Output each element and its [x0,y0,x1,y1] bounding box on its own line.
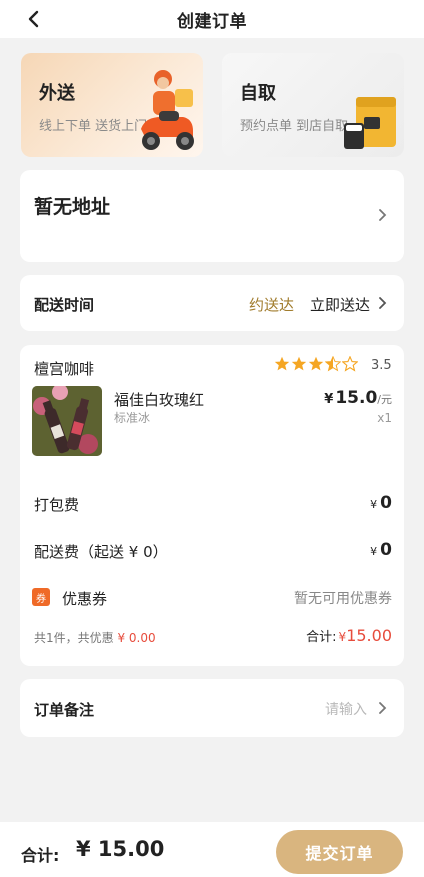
currency-symbol: ¥ [370,498,378,511]
price-unit: /元 [377,393,392,406]
address-card[interactable]: 暂无地址 [20,170,404,262]
bottom-bar: 合计: ¥ 15.00 提交订单 [0,822,424,877]
address-text: 暂无地址 [34,196,111,218]
product-price: ¥ 15.0 /元 [324,388,392,408]
chevron-right-icon[interactable] [376,701,390,715]
store-name: 檀宫咖啡 [34,360,95,378]
mode-pickup-name: 自取 [240,83,276,104]
top-bar: 创建订单 [0,0,424,38]
back-icon[interactable] [22,8,44,30]
order-subtotal: 合计: ¥ 15.00 [306,626,392,645]
product-image [32,386,102,456]
order-note-card[interactable]: 订单备注 请输入 [20,679,404,737]
packing-fee-label: 打包费 [34,496,80,514]
delivery-time-label: 配送时间 [34,296,95,314]
mode-delivery-name: 外送 [39,83,75,104]
mode-delivery-desc: 线上下单 送货上门 [39,119,148,134]
shipping-fee-value: ¥ 0 [370,540,392,560]
coupon-icon: 券 [32,588,50,606]
summary-text: 共1件，共优惠 [34,631,114,645]
order-note-input[interactable]: 请输入 [325,699,367,719]
order-summary: 共1件，共优惠 ¥ 0.00 [34,629,156,646]
coupon-label: 优惠券 [62,590,108,608]
star-half-icon [325,356,341,372]
currency-symbol: ¥ [370,545,378,558]
takeaway-bag-icon [342,93,400,157]
delivery-time-card: 配送时间 约送达 立即送达 [20,275,404,331]
chevron-right-icon [379,209,387,221]
subtotal-label: 合计: [306,630,337,645]
subtotal-currency: ¥ [338,630,347,644]
price-currency: ¥ [324,392,334,407]
page-title: 创建订单 [177,11,247,32]
coupon-selector[interactable]: 暂无可用优惠券 [294,588,392,608]
immediate-delivery-option[interactable]: 立即送达 [310,294,370,315]
scheduled-delivery-option[interactable]: 约送达 [249,294,294,315]
scooter-rider-icon [137,67,199,157]
subtotal-value: 15.00 [346,626,392,645]
order-card: 檀宫咖啡 3.5 福佳白玫瑰红 标准冰 ¥ 15.0 /元 x1 打包费 ¥ 0… [20,345,404,666]
chevron-right-icon[interactable] [376,296,390,310]
total-value: ¥ 15.00 [76,837,165,861]
order-note-label: 订单备注 [34,701,95,719]
star-full-icon [308,356,324,371]
mode-delivery-card[interactable]: 外送 线上下单 送货上门 [21,53,203,157]
star-empty-icon [342,356,358,372]
product-name: 福佳白玫瑰红 [114,391,205,409]
amount: 0 [380,493,392,513]
shipping-fee-label: 配送费（起送 ¥ 0） [34,543,168,561]
star-full-icon [291,356,307,371]
mode-pickup-card[interactable]: 自取 预约点单 到店自取 [222,53,404,157]
packing-fee-value: ¥ 0 [370,493,392,513]
mode-pickup-desc: 预约点单 到店自取 [240,119,349,134]
total-label: 合计: [21,846,60,865]
star-rating [274,356,358,372]
product-quantity: x1 [377,411,392,425]
star-full-icon [274,356,290,371]
submit-order-button[interactable]: 提交订单 [276,830,403,874]
amount: 0 [380,540,392,560]
discount-amount: ¥ 0.00 [117,631,156,645]
price-value: 15.0 [335,388,378,408]
product-spec: 标准冰 [114,411,151,425]
rating-value: 3.5 [371,358,392,373]
